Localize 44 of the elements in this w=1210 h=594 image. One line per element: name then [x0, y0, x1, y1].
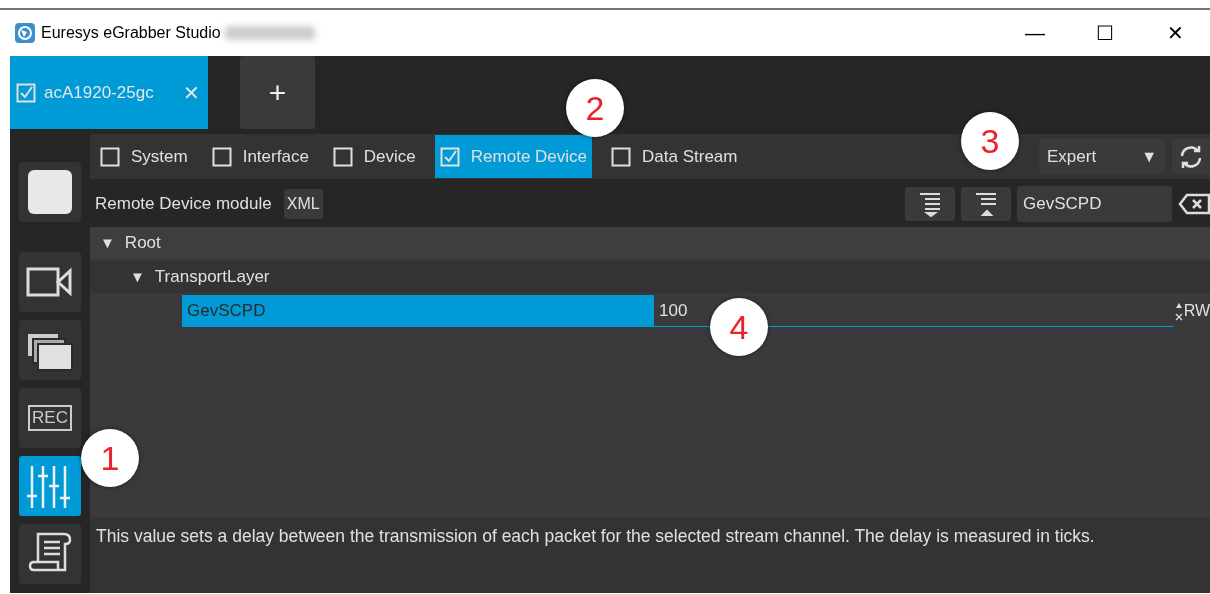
sidebar-button[interactable]	[19, 524, 81, 584]
sidebar-button[interactable]	[19, 320, 81, 380]
tree-node-label: TransportLayer	[154, 266, 270, 289]
module-toggle[interactable]: System	[95, 135, 193, 178]
collapse-icon	[973, 190, 999, 217]
expand-arrow[interactable]: ▼	[100, 231, 115, 255]
sidebar-button[interactable]	[19, 162, 81, 222]
checkbox[interactable]	[16, 82, 36, 103]
checkbox[interactable]	[100, 146, 120, 167]
sidebar-button[interactable]	[19, 252, 81, 312]
refresh-button[interactable]	[1172, 139, 1210, 174]
maximize-button[interactable]: ☐	[1070, 10, 1140, 56]
module-title: Remote Device module	[95, 192, 272, 215]
expand-icon	[917, 190, 943, 217]
visibility-dropdown[interactable]: Expert ▼	[1039, 139, 1165, 174]
checkbox[interactable]	[211, 146, 232, 167]
close-button[interactable]: ✕	[1140, 10, 1210, 56]
window-title: Euresys eGrabber Studio	[41, 23, 221, 43]
record-label: REC	[28, 405, 72, 431]
module-label: Device	[363, 145, 416, 168]
xml-button[interactable]: XML	[283, 188, 323, 219]
feature-name[interactable]: GevSCPD	[182, 295, 654, 327]
add-tab-button[interactable]: +	[240, 56, 315, 129]
tree-node-label: Root	[124, 232, 161, 255]
module-toggle[interactable]: Device	[327, 135, 421, 178]
search-field[interactable]: GevSCPD	[1017, 185, 1172, 222]
expand-arrow[interactable]: ▼	[130, 265, 145, 289]
module-label: Data Stream	[642, 145, 738, 168]
module-toggle[interactable]: Data Stream	[606, 135, 743, 178]
minimize-button[interactable]: —	[1000, 10, 1070, 56]
checkbox[interactable]	[611, 146, 632, 167]
module-toggle[interactable]: Interface	[206, 135, 314, 178]
module-label: System	[131, 145, 188, 168]
collapse-all-button[interactable]	[961, 186, 1011, 221]
expand-all-button[interactable]	[905, 186, 955, 221]
module-label: Interface	[242, 145, 309, 168]
module-label: Remote Device	[470, 145, 588, 168]
checkbox[interactable]	[439, 146, 460, 167]
checkbox[interactable]	[332, 146, 353, 167]
description-text: This value sets a delay between the transmission of each packet for the selected stream channel. The delay is measured in ticks.	[90, 517, 1210, 593]
access-mode: RW	[1183, 301, 1210, 321]
sidebar-button[interactable]: REC	[19, 388, 81, 448]
tab-label: acA1920-25gc	[44, 81, 154, 104]
app-logo-icon	[15, 23, 35, 43]
